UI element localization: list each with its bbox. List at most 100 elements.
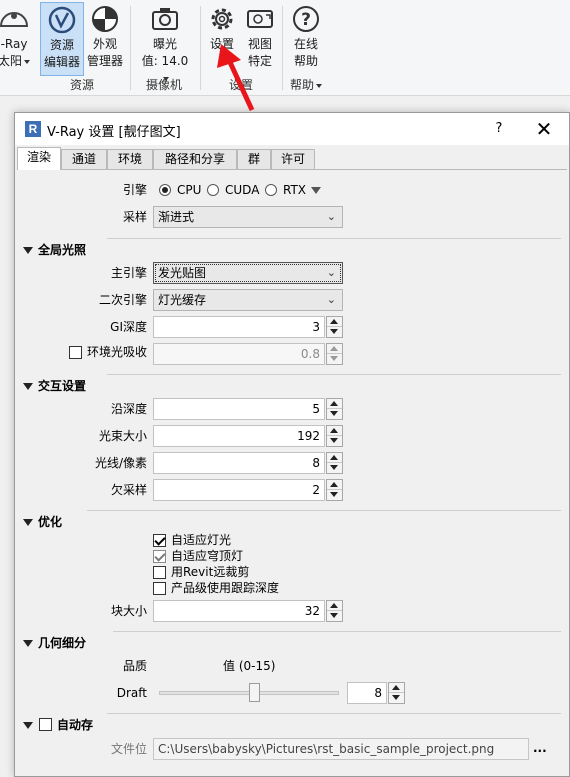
product-depth-checkbox[interactable] bbox=[153, 582, 166, 595]
revit-clip-checkbox[interactable] bbox=[153, 566, 166, 579]
online-help-button[interactable]: ? 在线 帮助 bbox=[286, 4, 326, 70]
adaptive-dome-checkbox[interactable] bbox=[153, 550, 166, 563]
asset-editor-label-2: 编辑器 bbox=[43, 55, 80, 69]
section-global-illumination[interactable]: 全局光照 bbox=[23, 242, 86, 258]
engine-rtx-label: RTX bbox=[283, 183, 307, 197]
vray-logo-icon: R bbox=[25, 121, 41, 137]
autosave-checkbox[interactable] bbox=[39, 718, 52, 731]
dialog-titlebar[interactable]: R V-Ray 设置 [靓仔图文] ? ✕ bbox=[15, 113, 569, 145]
adaptive-lights-checkbox[interactable] bbox=[153, 534, 166, 547]
tab-render[interactable]: 渲染 bbox=[17, 147, 61, 170]
engine-rtx-radio[interactable] bbox=[265, 184, 277, 196]
spin-down-icon[interactable] bbox=[327, 490, 342, 500]
view-specific-icon bbox=[245, 4, 275, 34]
bucket-size-label: 块大小 bbox=[110, 604, 147, 618]
gi-depth-label: GI深度 bbox=[110, 320, 147, 334]
group-label-help[interactable]: 帮助 bbox=[284, 76, 328, 93]
rays-per-pixel-input[interactable]: 8 bbox=[153, 452, 325, 474]
gi-secondary-select[interactable]: 灯光缓存 ⌄ bbox=[153, 289, 343, 311]
gi-secondary-label: 二次引擎 bbox=[98, 293, 147, 307]
spin-up-icon[interactable] bbox=[327, 601, 342, 611]
section-autosave[interactable] bbox=[23, 717, 38, 733]
ao-spinner[interactable] bbox=[326, 343, 343, 365]
draft-label: Draft bbox=[116, 686, 147, 700]
spin-up-icon[interactable] bbox=[327, 453, 342, 463]
collapse-triangle-icon bbox=[23, 640, 33, 647]
trace-depth-spinner[interactable] bbox=[326, 398, 343, 420]
section-divider bbox=[107, 238, 561, 239]
file-path-input[interactable]: C:\Users\babysky\Pictures\rst_basic_samp… bbox=[153, 738, 529, 760]
section-geometry-subdivision[interactable]: 几何细分 bbox=[23, 635, 86, 651]
engine-cpu-radio[interactable] bbox=[159, 184, 171, 196]
gi-primary-label: 主引擎 bbox=[110, 266, 147, 280]
interactive-title: 交互设置 bbox=[38, 379, 87, 393]
sampling-label: 采样 bbox=[122, 210, 147, 224]
subdiv-slider-thumb[interactable] bbox=[248, 683, 260, 702]
spin-down-icon[interactable] bbox=[389, 693, 404, 703]
undersample-input[interactable]: 2 bbox=[153, 479, 325, 501]
bucket-size-input[interactable]: 32 bbox=[153, 600, 325, 622]
section-interactive[interactable]: 交互设置 bbox=[23, 378, 86, 394]
sampling-select[interactable]: 渐进式 ⌄ bbox=[153, 206, 343, 228]
appearance-manager-button[interactable]: 外观 管理器 bbox=[84, 4, 126, 70]
spin-up-icon[interactable] bbox=[389, 683, 404, 693]
undersample-label: 欠采样 bbox=[110, 483, 147, 497]
gi-depth-input[interactable]: 3 bbox=[153, 316, 325, 338]
ribbon-divider bbox=[200, 6, 201, 90]
spin-down-icon[interactable] bbox=[327, 436, 342, 446]
spin-down-icon[interactable] bbox=[327, 409, 342, 419]
trace-depth-input[interactable]: 5 bbox=[153, 398, 325, 420]
spin-up-icon[interactable] bbox=[327, 480, 342, 490]
spin-up-icon[interactable] bbox=[327, 344, 342, 354]
render-tab-panel: 引擎 CPU CUDA RTX 采样 渐进式 ⌄ 全局光照 主引擎 发光贴图 ⌄ 二… bbox=[17, 169, 567, 776]
spin-up-icon[interactable] bbox=[327, 317, 342, 327]
revit-clip-label: 用Revit远裁剪 bbox=[171, 565, 250, 579]
engine-cpu-label: CPU bbox=[177, 183, 202, 197]
range-label: 值 (0-15) bbox=[223, 659, 276, 673]
ao-input[interactable]: 0.8 bbox=[153, 343, 325, 365]
tab-paths-sharing[interactable]: 路径和分享 bbox=[153, 149, 237, 169]
exposure-button[interactable]: 曝光 值: 14.0 bbox=[138, 4, 192, 87]
spin-down-icon[interactable] bbox=[327, 327, 342, 337]
spin-down-icon[interactable] bbox=[327, 354, 342, 364]
adaptive-lights-label: 自适应灯光 bbox=[171, 533, 232, 547]
ao-checkbox[interactable] bbox=[69, 346, 82, 359]
tab-license[interactable]: 许可 bbox=[271, 149, 315, 169]
bundle-size-spinner[interactable] bbox=[326, 425, 343, 447]
gi-primary-select[interactable]: 发光贴图 ⌄ bbox=[153, 262, 343, 284]
spin-up-icon[interactable] bbox=[327, 399, 342, 409]
subdiv-value-input[interactable]: 8 bbox=[347, 682, 387, 704]
section-divider bbox=[107, 374, 561, 375]
chevron-down-icon: ⌄ bbox=[326, 210, 336, 223]
red-arrow-annotation bbox=[217, 44, 255, 112]
quality-label: 品质 bbox=[122, 659, 147, 673]
chevron-down-icon bbox=[24, 59, 30, 64]
gear-icon bbox=[207, 4, 237, 34]
tab-environment[interactable]: 环境 bbox=[107, 149, 153, 169]
bundle-size-input[interactable]: 192 bbox=[153, 425, 325, 447]
spin-up-icon[interactable] bbox=[327, 426, 342, 436]
spin-down-icon[interactable] bbox=[327, 611, 342, 621]
gi-depth-spinner[interactable] bbox=[326, 316, 343, 338]
close-button[interactable]: ✕ bbox=[529, 116, 559, 142]
camera-icon bbox=[150, 4, 180, 34]
section-divider bbox=[87, 510, 561, 511]
bucket-size-spinner[interactable] bbox=[326, 600, 343, 622]
subdiv-spinner[interactable] bbox=[388, 682, 405, 704]
trace-depth-label: 沿深度 bbox=[110, 402, 147, 416]
engine-more-icon[interactable] bbox=[311, 187, 321, 194]
tab-channels[interactable]: 通道 bbox=[61, 149, 107, 169]
section-optimization[interactable]: 优化 bbox=[23, 514, 62, 530]
spin-down-icon[interactable] bbox=[327, 463, 342, 473]
asset-editor-button[interactable]: 资源 编辑器 bbox=[40, 2, 84, 76]
rays-per-pixel-spinner[interactable] bbox=[326, 452, 343, 474]
engine-cuda-radio[interactable] bbox=[207, 184, 219, 196]
help-button[interactable]: ? bbox=[487, 118, 511, 140]
tab-swarm[interactable]: 群 bbox=[237, 149, 271, 169]
browse-button[interactable]: ... bbox=[533, 740, 547, 756]
exposure-label-2: 值: 14.0 bbox=[141, 54, 189, 68]
group-label-resources: 资源 bbox=[69, 78, 94, 92]
undersample-spinner[interactable] bbox=[326, 479, 343, 501]
vray-sun-button[interactable]: -Ray 太阳 bbox=[0, 4, 32, 70]
engine-cuda-label: CUDA bbox=[225, 183, 260, 197]
